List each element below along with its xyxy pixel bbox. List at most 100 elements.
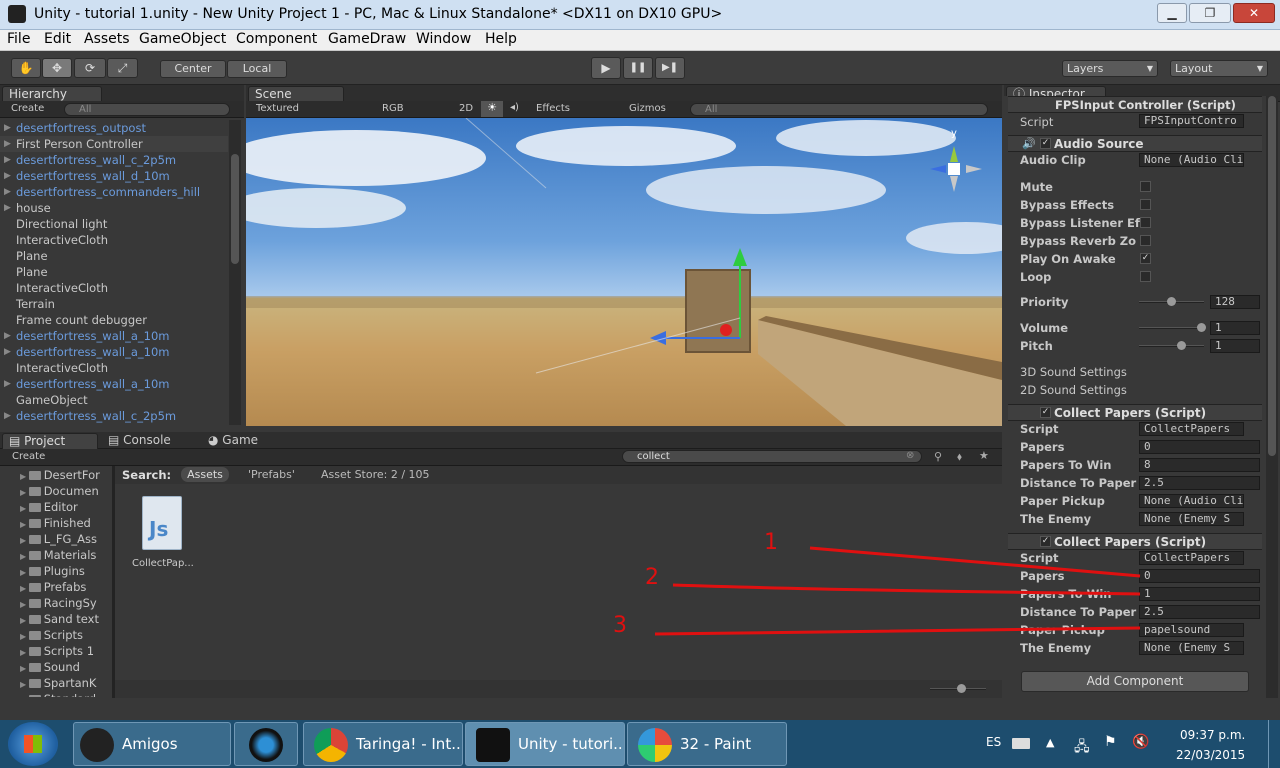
expand-arrow-icon[interactable]: ▶ [20, 568, 29, 577]
collect2-field-value[interactable]: 2.5 [1139, 605, 1260, 619]
menu-help[interactable]: Help [485, 31, 517, 47]
volume-field[interactable]: 1 [1210, 321, 1260, 335]
menu-window[interactable]: Window [416, 31, 471, 47]
pitch-field[interactable]: 1 [1210, 339, 1260, 353]
2d-toggle[interactable]: 2D [459, 103, 473, 114]
priority-slider-knob[interactable] [1167, 297, 1176, 306]
pause-button[interactable]: ❚❚ [623, 57, 653, 79]
tab-scene[interactable]: Scene [248, 86, 344, 102]
move-tool-button[interactable]: ✥ [42, 58, 72, 78]
clock-time[interactable]: 09:37 p.m. [1180, 728, 1245, 742]
priority-field[interactable]: 128 [1210, 295, 1260, 309]
show-desktop-button[interactable] [1268, 720, 1280, 768]
language-indicator[interactable]: ES [986, 735, 1001, 749]
hierarchy-item[interactable]: ▶ desertfortress_wall_a_10m [0, 328, 228, 344]
tab-hierarchy[interactable]: Hierarchy [2, 86, 102, 102]
expand-arrow-icon[interactable]: ▶ [20, 616, 29, 625]
folder-item[interactable]: ▶ Prefabs [20, 579, 104, 595]
taskbar-camera-app[interactable] [234, 722, 298, 766]
show-hidden-icons-icon[interactable]: ▲ [1046, 736, 1054, 749]
collect1-field-value[interactable]: 0 [1139, 440, 1260, 454]
close-button[interactable]: ✕ [1233, 3, 1275, 23]
volume-slider-knob[interactable] [1197, 323, 1206, 332]
expand-arrow-icon[interactable]: ▶ [20, 696, 29, 697]
minimize-button[interactable]: ▁ [1157, 3, 1187, 23]
tab-console[interactable]: ▤ Console [108, 433, 171, 447]
hierarchy-item[interactable]: Directional light [0, 216, 228, 232]
maximize-button[interactable]: ❐ [1189, 3, 1231, 23]
expand-arrow-icon[interactable]: ▶ [20, 680, 29, 689]
volume-muted-icon[interactable]: 🔇 [1132, 734, 1149, 750]
hierarchy-item[interactable]: ▶ desertfortress_wall_a_10m [0, 344, 228, 360]
audio-source-enabled-checkbox[interactable]: ✓ [1040, 138, 1051, 149]
expand-arrow-icon[interactable]: ▶ [4, 184, 11, 200]
scene-orientation-gizmo[interactable]: y [924, 128, 988, 212]
collect1-field-value[interactable]: 2.5 [1139, 476, 1260, 490]
menu-file[interactable]: File [7, 31, 30, 47]
hierarchy-item[interactable]: InteractiveCloth [0, 280, 228, 296]
audio-toggle-icon[interactable]: ◂) [510, 102, 519, 113]
asset-tile[interactable]: Js CollectPap... [130, 494, 196, 576]
expand-arrow-icon[interactable]: ▶ [20, 552, 29, 561]
collect2-field-value[interactable]: 0 [1139, 569, 1260, 583]
folder-item[interactable]: ▶ Editor [20, 499, 104, 515]
expand-arrow-icon[interactable]: ▶ [20, 648, 29, 657]
audio-clip-field[interactable]: None (Audio Cli [1139, 153, 1244, 167]
gizmos-dropdown[interactable]: Gizmos [629, 103, 666, 114]
pivot-center-button[interactable]: Center [160, 60, 226, 78]
lighting-toggle-icon[interactable]: ☀ [481, 101, 503, 117]
expand-arrow-icon[interactable]: ▶ [4, 344, 11, 360]
collect2-field-value[interactable]: 1 [1139, 587, 1260, 601]
hierarchy-item[interactable]: Plane [0, 264, 228, 280]
collect2-field-value[interactable]: papelsound [1139, 623, 1244, 637]
expand-arrow-icon[interactable]: ▶ [20, 584, 29, 593]
effects-dropdown[interactable]: Effects [536, 103, 570, 114]
pitch-slider[interactable] [1139, 345, 1204, 347]
collect1-field-value[interactable]: None (Audio Cli [1139, 494, 1244, 508]
scale-tool-button[interactable]: ⤢ [107, 58, 138, 78]
folder-item[interactable]: ▶ Scripts [20, 627, 104, 643]
taskbar-unity[interactable]: Unity - tutori... [465, 722, 625, 766]
project-search-input[interactable]: collect [622, 450, 922, 463]
fps-script-field[interactable]: FPSInputContro [1139, 114, 1244, 128]
filter-assets-button[interactable]: Assets [181, 467, 229, 482]
hierarchy-item[interactable]: ▶ house [0, 200, 228, 216]
expand-arrow-icon[interactable]: ▶ [20, 632, 29, 641]
menu-component[interactable]: Component [236, 31, 317, 47]
folder-item[interactable]: ▶ Scripts 1 [20, 643, 104, 659]
expand-arrow-icon[interactable]: ▶ [4, 168, 11, 184]
play-button[interactable]: ▶ [591, 57, 621, 79]
folder-item[interactable]: ▶ L_FG_Ass [20, 531, 104, 547]
hierarchy-item[interactable]: ▶ desertfortress_outpost [0, 120, 228, 136]
pitch-slider-knob[interactable] [1177, 341, 1186, 350]
expand-arrow-icon[interactable]: ▶ [20, 504, 29, 513]
folder-item[interactable]: ▶ Sound [20, 659, 104, 675]
folder-item[interactable]: ▶ SpartanK [20, 675, 104, 691]
pivot-local-button[interactable]: Local [227, 60, 287, 78]
collect2-field-value[interactable]: CollectPapers [1139, 551, 1244, 565]
filter-prefabs-button[interactable]: 'Prefabs' [248, 468, 295, 481]
action-center-flag-icon[interactable]: ⚑ [1104, 734, 1117, 750]
folder-item[interactable]: ▶ Sand text [20, 611, 104, 627]
expand-arrow-icon[interactable]: ▶ [20, 520, 29, 529]
filter-type-icon[interactable]: ⚲ [934, 450, 942, 463]
hierarchy-item[interactable]: InteractiveCloth [0, 360, 228, 376]
expand-arrow-icon[interactable]: ▶ [20, 664, 29, 673]
collect2-field-value[interactable]: None (Enemy S [1139, 641, 1244, 655]
hierarchy-item[interactable]: ▶ desertfortress_wall_c_2p5m [0, 152, 228, 168]
audio-toggle-checkbox[interactable] [1140, 271, 1151, 282]
audio-toggle-checkbox[interactable] [1140, 199, 1151, 210]
hierarchy-scrollbar[interactable] [229, 120, 241, 425]
add-component-button[interactable]: Add Component [1021, 671, 1249, 692]
clear-search-icon[interactable]: ⊗ [906, 450, 914, 461]
audio-toggle-checkbox[interactable] [1140, 235, 1151, 246]
hierarchy-item[interactable]: ▶ desertfortress_wall_d_10m [0, 168, 228, 184]
audio-toggle-checkbox[interactable] [1140, 217, 1151, 228]
keyboard-icon[interactable] [1012, 738, 1030, 749]
folder-item[interactable]: ▶ Materials [20, 547, 104, 563]
tab-project[interactable]: ▤ Project [2, 433, 98, 449]
expand-arrow-icon[interactable]: ▶ [20, 488, 29, 497]
audio-toggle-checkbox[interactable] [1140, 181, 1151, 192]
expand-arrow-icon[interactable]: ▶ [4, 200, 11, 216]
tab-game[interactable]: ◕ Game [208, 433, 258, 447]
